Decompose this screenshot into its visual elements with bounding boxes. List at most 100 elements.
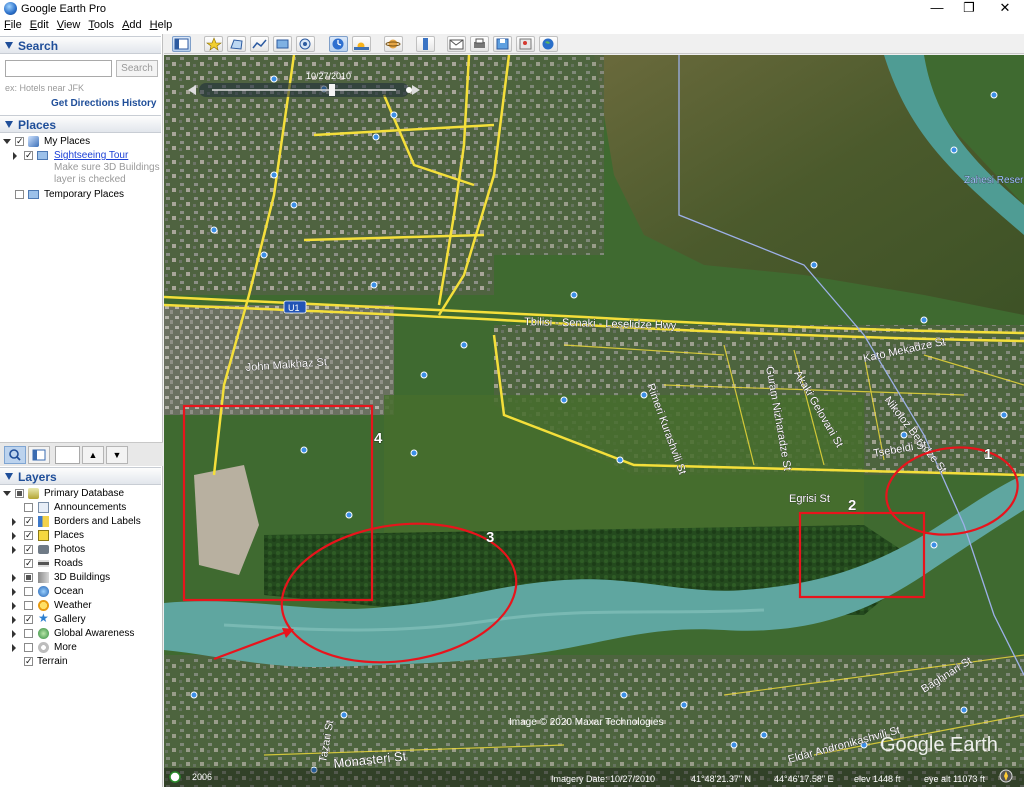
print-button[interactable] [470,36,489,52]
add-image-overlay-button[interactable] [273,36,292,52]
layer-label: Primary Database [44,488,125,499]
layer-checkbox[interactable] [24,503,33,512]
ruler-button[interactable] [416,36,435,52]
layer-primary-database[interactable]: Primary Database [0,487,160,501]
sunlight-button[interactable] [352,36,371,52]
expand-icon[interactable] [12,546,16,554]
sightseeing-checkbox[interactable] [24,151,33,160]
expand-icon[interactable] [12,518,16,526]
sightseeing-tour-link[interactable]: Sightseeing Tour [54,150,128,161]
layer-3d-buildings[interactable]: 3D Buildings [0,571,160,585]
layer-label: 3D Buildings [54,572,111,583]
add-polygon-button[interactable] [227,36,246,52]
expand-icon[interactable] [3,491,11,496]
layer-checkbox[interactable] [24,643,33,652]
expand-icon[interactable] [12,644,16,652]
layer-checkbox[interactable] [24,517,33,526]
opacity-field[interactable] [55,446,80,464]
close-button[interactable]: ✕ [988,0,1022,18]
menu-add[interactable]: Add [118,18,146,31]
sidebar-icon [174,38,189,50]
layer-checkbox[interactable] [24,601,33,610]
sidebar-toggle-button[interactable] [28,446,50,464]
map-view[interactable]: 10/27/2010 Tbilisi - Senaki - Leselidze … [164,55,1024,787]
expand-icon[interactable] [12,630,16,638]
layer-checkbox[interactable] [24,559,33,568]
search-button[interactable]: Search [116,60,158,77]
record-tour-button[interactable] [296,36,315,52]
sidebar-toggle-button[interactable] [172,36,191,52]
layer-roads[interactable]: Roads [0,557,160,571]
layer-checkbox[interactable] [24,587,33,596]
email-button[interactable] [447,36,466,52]
layer-checkbox[interactable] [24,657,33,666]
search-places-button[interactable] [4,446,26,464]
layer-checkbox[interactable] [24,531,33,540]
earth-gallery-button[interactable] [539,36,558,52]
tree-item-my-places[interactable]: My Places [0,135,160,149]
layer-global-awareness[interactable]: Global Awareness [0,627,160,641]
layer-checkbox[interactable] [24,573,33,582]
move-down-button[interactable]: ▼ [106,446,128,464]
year-badge: 2006 [192,772,212,782]
layer-places[interactable]: Places [0,529,160,543]
layer-checkbox[interactable] [24,629,33,638]
layer-terrain[interactable]: Terrain [0,655,160,669]
search-input[interactable] [5,60,112,77]
minimize-button[interactable]: — [920,0,954,18]
add-path-button[interactable] [250,36,269,52]
layer-photos[interactable]: Photos [0,543,160,557]
layer-checkbox[interactable] [24,615,33,624]
layer-checkbox[interactable] [15,489,24,498]
expand-icon[interactable] [3,139,11,144]
add-placemark-button[interactable] [204,36,223,52]
menu-tools[interactable]: Tools [84,18,118,31]
email-icon [449,39,464,50]
expand-icon[interactable] [12,532,16,540]
places-panel-header[interactable]: Places [0,115,161,133]
layer-ocean[interactable]: Ocean [0,585,160,599]
menu-view[interactable]: View [53,18,85,31]
menu-edit[interactable]: Edit [26,18,53,31]
layer-announcements[interactable]: Announcements [0,501,160,515]
layer-checkbox[interactable] [24,545,33,554]
tree-item-temporary-places[interactable]: Temporary Places [0,188,160,202]
layer-weather[interactable]: Weather [0,599,160,613]
sidebar: Search Search ex: Hotels near JFK Get Di… [0,34,163,787]
layer-gallery[interactable]: ★ Gallery [0,611,160,627]
planets-button[interactable] [384,36,403,52]
menu-help[interactable]: Help [146,18,177,31]
placemark-icon [206,37,222,51]
expand-icon[interactable] [12,602,16,610]
search-header-label: Search [18,39,59,53]
save-image-button[interactable] [493,36,512,52]
history-link[interactable]: History [122,98,156,109]
move-up-button[interactable]: ▲ [82,446,104,464]
gallery-icon: ★ [38,611,49,625]
get-directions-link[interactable]: Get Directions [51,98,119,109]
temporary-places-checkbox[interactable] [15,190,24,199]
expand-icon[interactable] [12,588,16,596]
expand-icon[interactable] [13,152,17,160]
announcement-icon [38,502,49,513]
collapse-triangle-icon [5,473,13,480]
road-label: Egrisi St [789,493,830,505]
compass-icon [999,769,1013,783]
menu-file[interactable]: File [0,18,26,31]
main-toolbar [164,34,1024,54]
expand-icon[interactable] [12,574,16,582]
view-in-maps-button[interactable] [516,36,535,52]
historical-imagery-button[interactable] [329,36,348,52]
layers-panel-header[interactable]: Layers [0,467,161,485]
expand-icon[interactable] [12,616,16,624]
tree-item-sightseeing[interactable]: Sightseeing Tour [0,149,160,163]
imagery-date: Imagery Date: 10/27/2010 [551,774,655,784]
layer-more[interactable]: More [0,641,160,655]
planet-icon [385,39,401,49]
search-panel-header[interactable]: Search [0,36,161,54]
layer-borders-labels[interactable]: Borders and Labels [0,515,160,529]
maximize-button[interactable]: ❐ [952,0,986,18]
longitude-readout: 44°46'17.58" E [774,774,834,784]
places-toolbar: ▲ ▼ [0,442,163,466]
my-places-checkbox[interactable] [15,137,24,146]
